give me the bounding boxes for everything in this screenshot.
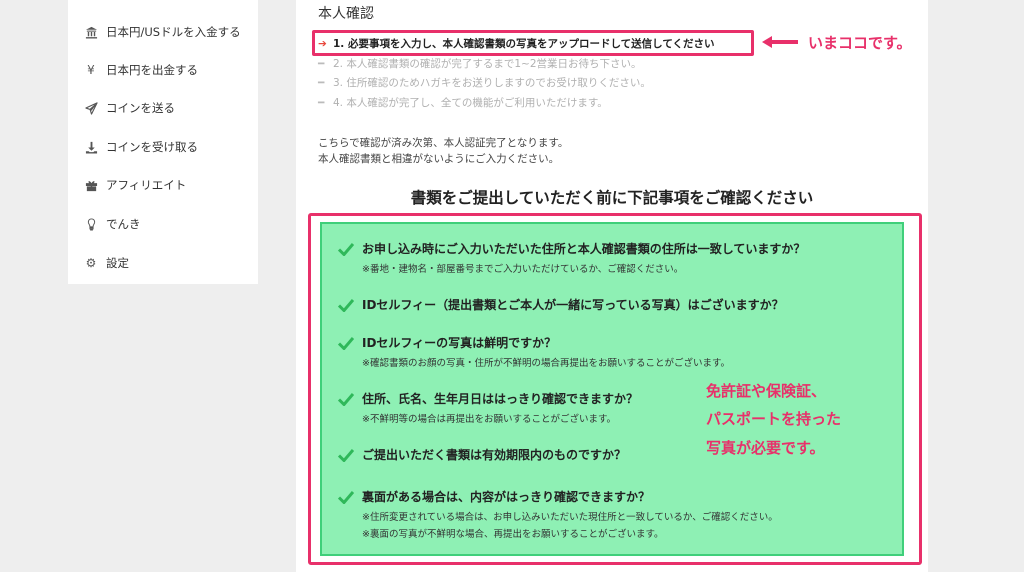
- current-step-callout: いまココです。: [808, 34, 912, 52]
- checklist-note: ※確認書類のお顔の写真・住所が不鮮明の場合再提出をお願いすることがございます。: [362, 358, 731, 369]
- step-label: 2. 本人確認書類の確認が完了するまで1~2営業日お待ち下さい。: [333, 58, 642, 70]
- sidebar-item-send[interactable]: コインを送る: [84, 98, 175, 118]
- checklist-question: 住所、氏名、生年月日ははっきり確認できますか？: [362, 392, 639, 406]
- current-step-highlight: [312, 30, 754, 56]
- sidebar: 日本円/USドルを入金する ¥ 日本円を出金する コインを送る コインを受け取る…: [68, 0, 258, 284]
- sidebar-item-affiliate[interactable]: アフィリエイト: [84, 175, 186, 195]
- sidebar-item-withdraw[interactable]: ¥ 日本円を出金する: [84, 60, 198, 80]
- check-icon: [337, 335, 355, 351]
- sidebar-item-label: 設定: [106, 256, 129, 270]
- check-icon: [337, 297, 355, 313]
- checklist-note: ※番地・建物名・部屋番号までご入力いただけているか、ご確認ください。: [362, 264, 684, 275]
- check-icon: [337, 489, 355, 505]
- send-icon: [84, 101, 98, 115]
- checklist-note: ※不鮮明等の場合は再提出をお願いすることがございます。: [362, 414, 617, 425]
- sidebar-item-label: アフィリエイト: [106, 178, 187, 192]
- checklist-question: IDセルフィー（提出書類とご本人が一緒に写っている写真）はございますか？: [362, 298, 784, 312]
- dash-icon: ━: [318, 96, 325, 109]
- annotation-line: 写真が必要です。: [706, 439, 825, 457]
- checklist-note: ※裏面の写真が不鮮明な場合、再提出をお願いすることがございます。: [362, 529, 664, 540]
- yen-icon: ¥: [87, 63, 95, 77]
- sidebar-item-label: でんき: [106, 217, 141, 231]
- checklist-box: お申し込み時にご入力いただいた住所と本人確認書類の住所は一致していますか？ ※番…: [320, 222, 904, 556]
- step-label: 4. 本人確認が完了し、全ての機能がご利用いただけます。: [333, 97, 608, 109]
- sidebar-item-settings[interactable]: ⚙ 設定: [84, 253, 129, 273]
- sidebar-item-denki[interactable]: でんき: [84, 214, 141, 234]
- sidebar-item-receive[interactable]: コインを受け取る: [84, 137, 198, 157]
- checklist-question: お申し込み時にご入力いただいた住所と本人確認書類の住所は一致していますか？: [362, 242, 806, 256]
- sidebar-item-label: コインを受け取る: [106, 140, 198, 154]
- callout-arrow-icon: [762, 36, 798, 48]
- download-icon: [84, 140, 98, 154]
- step-label: 3. 住所確認のためハガキをお送りしますのでお受け取りください。: [333, 77, 651, 89]
- info-text-1: こちらで確認が済み次第、本人認証完了となります。: [318, 137, 569, 149]
- checklist-question: 裏面がある場合は、内容がはっきり確認できますか？: [362, 490, 651, 504]
- step-2: ━ 2. 本人確認書類の確認が完了するまで1~2営業日お待ち下さい。: [318, 56, 642, 71]
- section-title: 書類をご提出していただく前に下記事項をご確認ください: [410, 189, 814, 207]
- check-icon: [337, 391, 355, 407]
- gift-icon: [84, 178, 98, 192]
- bank-icon: [84, 25, 98, 39]
- check-icon: [337, 241, 355, 257]
- sidebar-item-label: 日本円/USドルを入金する: [106, 25, 241, 39]
- sidebar-item-deposit[interactable]: 日本円/USドルを入金する: [84, 22, 241, 42]
- check-icon: [337, 447, 355, 463]
- checklist-note: ※住所変更されている場合は、お申し込みいただいた現住所と一致しているか、ご確認く…: [362, 512, 778, 523]
- dash-icon: ━: [318, 76, 325, 89]
- checklist-question: ご提出いただく書類は有効期限内のものですか？: [362, 448, 627, 462]
- main-panel: 本人確認 ➔ 1. 必要事項を入力し、本人確認書類の写真をアップロードして送信し…: [296, 0, 928, 572]
- info-text-2: 本人確認書類と相違がないようにご入力ください。: [318, 153, 560, 165]
- annotation-line: 免許証や保険証、: [706, 382, 827, 400]
- step-4: ━ 4. 本人確認が完了し、全ての機能がご利用いただけます。: [318, 95, 608, 110]
- lightbulb-icon: [84, 217, 98, 231]
- dash-icon: ━: [318, 57, 325, 70]
- sidebar-item-label: コインを送る: [106, 101, 175, 115]
- step-3: ━ 3. 住所確認のためハガキをお送りしますのでお受け取りください。: [318, 75, 651, 90]
- page-title: 本人確認: [318, 6, 374, 22]
- gear-icon: ⚙: [85, 256, 97, 270]
- sidebar-item-label: 日本円を出金する: [106, 63, 198, 77]
- annotation-line: パスポートを持った: [706, 410, 842, 428]
- checklist-question: IDセルフィーの写真は鮮明ですか？: [362, 336, 557, 350]
